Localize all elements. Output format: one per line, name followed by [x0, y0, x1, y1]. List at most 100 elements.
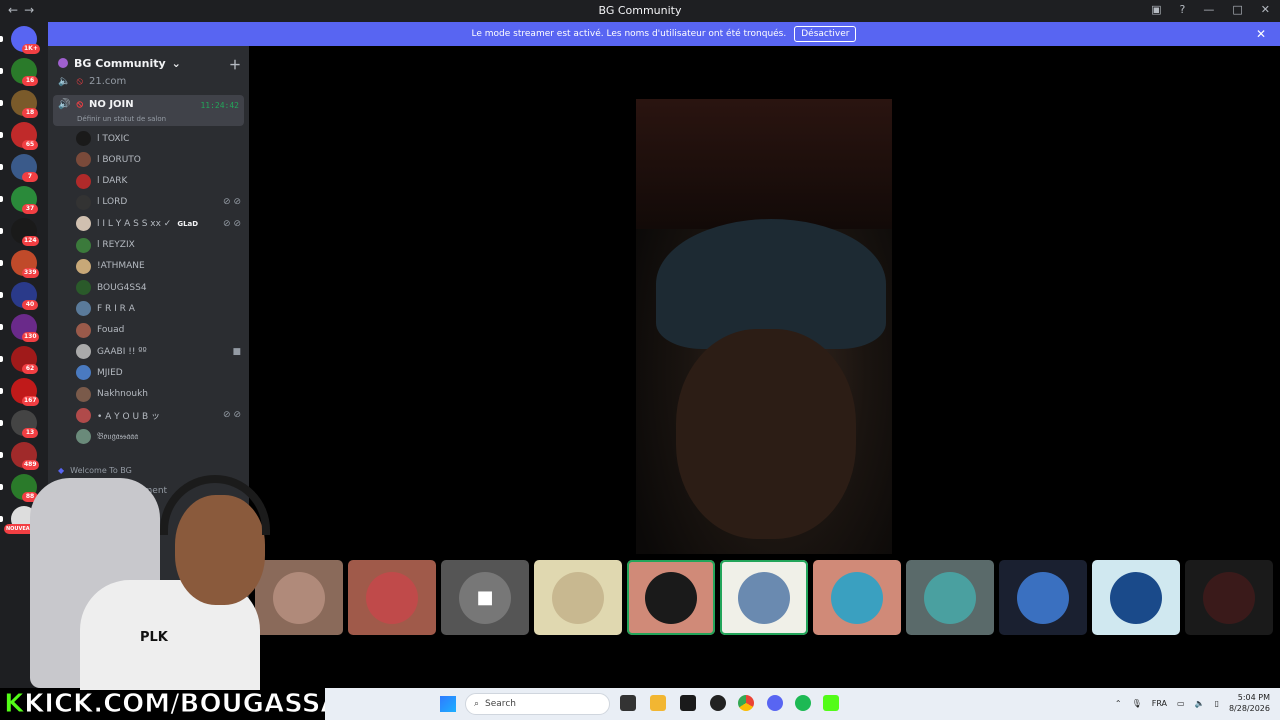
banner-message: Le mode streamer est activé. Les noms d'…: [471, 29, 787, 39]
participant-tile[interactable]: [1185, 560, 1273, 635]
member-name: !ATHMANE: [97, 261, 145, 272]
unread-pill: [0, 292, 3, 298]
mention-badge: 13: [22, 428, 38, 438]
headset: [160, 475, 270, 535]
streamer-mode-banner: Le mode streamer est activé. Les noms d'…: [48, 22, 1280, 46]
participant-tile[interactable]: [720, 560, 808, 635]
task-view-icon[interactable]: [620, 695, 636, 711]
participant-avatar: [1110, 571, 1162, 624]
member-name: F R I R A: [97, 303, 135, 314]
mention-badge: 124: [22, 236, 39, 246]
voice-member[interactable]: l REYZIX: [76, 237, 241, 253]
server-name: BG Community: [74, 56, 166, 70]
disable-streamer-button[interactable]: Désactiver: [794, 26, 857, 42]
file-explorer-icon[interactable]: [650, 695, 666, 711]
participant-avatar: [738, 571, 790, 624]
participant-tile[interactable]: [627, 560, 715, 635]
participant-tile[interactable]: [813, 560, 901, 635]
participant-avatar: [1203, 571, 1255, 624]
mention-badge: 37: [22, 204, 38, 214]
unread-pill: [0, 100, 3, 106]
background-umbrella: [636, 99, 892, 229]
window-controls: ▣ ? — □ ✕: [1151, 3, 1270, 16]
voice-member[interactable]: l LORD ⊘ ⊘: [76, 194, 241, 210]
avatar: [76, 386, 91, 402]
chevron-up-icon[interactable]: ⌃: [1115, 699, 1122, 708]
set-channel-status[interactable]: Définir un statut de salon: [77, 115, 166, 123]
participant-tile[interactable]: [1092, 560, 1180, 635]
participant-avatar: [366, 571, 418, 624]
taskbar-search[interactable]: ⌕ Search: [465, 693, 610, 715]
mention-badge: 18: [22, 108, 38, 118]
participant-tile[interactable]: [348, 560, 436, 635]
voice-member[interactable]: !ATHMANE: [76, 258, 241, 274]
guild-tag: GLaD: [177, 219, 199, 228]
clock[interactable]: 5:04 PM 8/28/2026: [1229, 692, 1270, 714]
unread-pill: [0, 196, 3, 202]
participant-tile[interactable]: [906, 560, 994, 635]
volume-icon[interactable]: 🔈: [1195, 699, 1205, 708]
avatar: [76, 258, 91, 274]
voice-member[interactable]: • A Y O U B ッ ⊘ ⊘: [76, 407, 241, 423]
discord-icon[interactable]: [767, 695, 783, 711]
avatar: [76, 301, 91, 317]
maximize-icon[interactable]: □: [1232, 3, 1242, 16]
minimize-icon[interactable]: —: [1203, 3, 1214, 16]
windows-start-icon[interactable]: [440, 696, 456, 712]
avatar: [76, 237, 91, 253]
network-icon[interactable]: ▭: [1177, 699, 1185, 708]
inbox-icon[interactable]: ▣: [1151, 3, 1161, 16]
voice-member[interactable]: Fouad: [76, 322, 241, 338]
mention-badge: 130: [22, 332, 39, 342]
no-entry-icon: ⦸: [76, 76, 83, 87]
microphone-icon[interactable]: 🎙: [1132, 699, 1142, 708]
muted-deafened-icon: ⊘ ⊘: [223, 410, 241, 421]
avatar: [76, 131, 91, 146]
avatar: [76, 344, 91, 359]
mention-badge: 40: [22, 300, 38, 310]
participant-tile[interactable]: [999, 560, 1087, 635]
participant-avatar: [831, 571, 883, 624]
language-indicator[interactable]: FRA: [1152, 699, 1167, 708]
voice-member[interactable]: BOUG4SS4: [76, 280, 241, 296]
obs-icon[interactable]: [710, 695, 726, 711]
chrome-icon[interactable]: [738, 695, 754, 711]
voice-member[interactable]: l DARK: [76, 173, 241, 189]
no-entry-icon: ⦸: [76, 99, 83, 110]
unread-pill: [0, 324, 3, 330]
unread-pill: [0, 164, 3, 170]
main-video-feed[interactable]: [636, 99, 892, 554]
unread-pill: [0, 132, 3, 138]
voice-member[interactable]: Nakhnoukh: [76, 386, 241, 402]
server-header[interactable]: BG Community ⌄ ＋: [48, 46, 249, 80]
voice-channel-21com[interactable]: 🔈 ⦸ 21.com: [58, 76, 126, 87]
member-name: • A Y O U B ッ: [97, 411, 160, 422]
member-name: l REYZIX: [97, 240, 135, 250]
participant-avatar: [924, 571, 976, 624]
voice-member[interactable]: GAABI !! ºº ■: [76, 344, 241, 359]
banner-close-icon[interactable]: ✕: [1256, 27, 1266, 41]
mention-badge: 16: [22, 76, 38, 86]
terminal-icon[interactable]: [680, 695, 696, 711]
kick-app-icon[interactable]: [823, 695, 839, 711]
voice-member[interactable]: MJIED: [76, 365, 241, 381]
participant-tile[interactable]: [534, 560, 622, 635]
avatar: [76, 152, 91, 168]
close-icon[interactable]: ✕: [1261, 3, 1270, 16]
participant-tile[interactable]: ■: [441, 560, 529, 635]
voice-channel-no-join[interactable]: 🔊 ⦸ NO JOIN: [58, 99, 134, 110]
mention-badge: 167: [22, 396, 39, 406]
spotify-icon[interactable]: [795, 695, 811, 711]
mention-badge: 1K+: [22, 44, 40, 54]
help-icon[interactable]: ?: [1180, 3, 1186, 16]
battery-icon[interactable]: ▯: [1215, 699, 1219, 708]
voice-member[interactable]: l I L Y A S S xx ✓ GLaD ⊘ ⊘: [76, 216, 241, 232]
system-tray: ⌃ 🎙 FRA ▭ 🔈 ▯ 5:04 PM 8/28/2026: [1115, 692, 1270, 714]
unread-pill: [0, 388, 3, 394]
voice-member[interactable]: F R I R A: [76, 301, 241, 317]
voice-member[interactable]: 𝔅𝔬𝔲𝔤𝔞𝔰𝔰𝔞𝔞𝔞: [76, 429, 241, 445]
voice-member[interactable]: l TOXIC: [76, 131, 241, 146]
taskbar: ⌕ Search ⌃ 🎙 FRA ▭ 🔈 ▯ 5:04 PM 8/28/2026: [325, 688, 1280, 720]
voice-member[interactable]: l BORUTO: [76, 152, 241, 168]
add-member-icon[interactable]: ＋: [229, 56, 241, 73]
